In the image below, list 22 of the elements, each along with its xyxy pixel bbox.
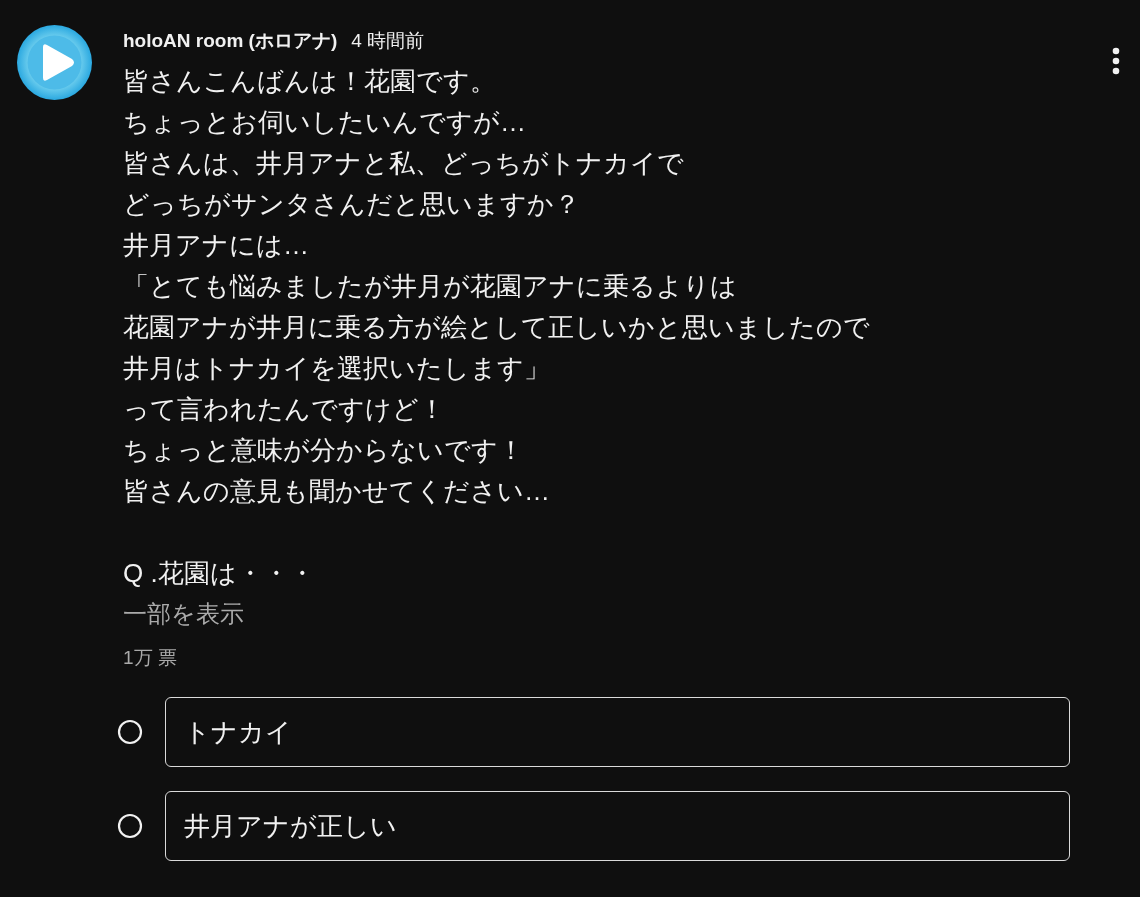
radio-button[interactable] bbox=[117, 719, 143, 745]
post-text-line: って言われたんですけど！ bbox=[123, 394, 445, 424]
post-text-line: どっちがサンタさんだと思いますか？ bbox=[123, 189, 580, 219]
poll-question: Q .花園は・・・ bbox=[123, 557, 316, 590]
vote-count: 1万 票 bbox=[123, 646, 178, 670]
post-text-line: 皆さんは、井月アナと私、どっちがトナカイで bbox=[123, 148, 684, 178]
post-text-line: ちょっと意味が分からないです！ bbox=[123, 435, 524, 465]
post-text-line: 井月はトナカイを選択いたします」 bbox=[123, 353, 550, 383]
channel-avatar-icon[interactable] bbox=[17, 25, 92, 100]
poll-option[interactable]: 井月アナが正しい bbox=[165, 791, 1070, 861]
post-text-line: ちょっとお伺いしたいんですが… bbox=[123, 107, 526, 137]
more-options-icon[interactable] bbox=[1112, 47, 1120, 75]
channel-name[interactable]: holoAN room (ホロアナ) bbox=[123, 28, 338, 54]
post-time: 4 時間前 bbox=[351, 29, 425, 53]
post-text-line: 花園アナが井月に乗る方が絵として正しいかと思いましたので bbox=[123, 312, 870, 342]
post-text-line: 井月アナには… bbox=[123, 230, 309, 260]
post-text-line: 皆さんの意見も聞かせてください… bbox=[123, 476, 550, 506]
show-more-link[interactable]: 一部を表示 bbox=[123, 595, 244, 633]
post-text-line: 皆さんこんばんは！花園です。 bbox=[123, 66, 496, 96]
post-text-line: 「とても悩みましたが井月が花園アナに乗るよりは bbox=[123, 271, 737, 301]
poll-option[interactable]: トナカイ bbox=[165, 697, 1070, 767]
radio-button[interactable] bbox=[117, 813, 143, 839]
